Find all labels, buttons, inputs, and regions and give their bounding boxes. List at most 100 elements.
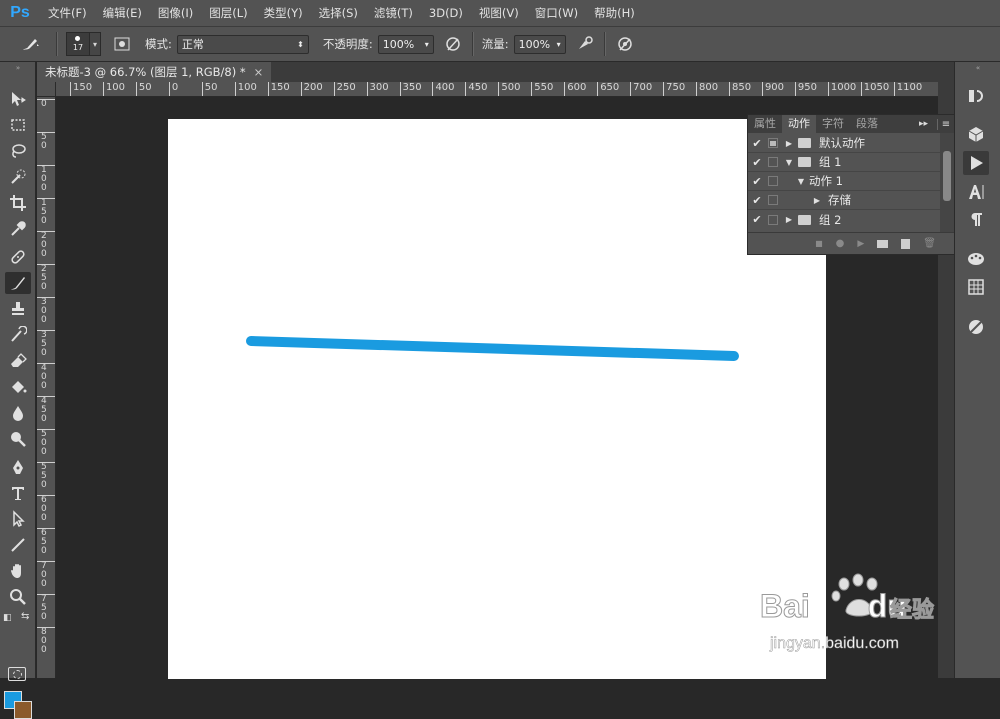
menu-help[interactable]: 帮助(H) [586,5,643,21]
scrollbar-thumb[interactable] [943,151,951,201]
panel-menu-icon[interactable]: ≡ [937,118,954,130]
tab-properties[interactable]: 属性 [748,115,782,133]
dialog-toggle-icon[interactable] [768,138,778,148]
document-tab[interactable]: 未标题-3 @ 66.7% (图层 1, RGB/8) * × [37,62,272,82]
brush-tool-icon[interactable] [5,272,31,294]
expand-triangle-icon[interactable]: ▶ [784,215,794,224]
healing-brush-tool-icon[interactable] [5,246,31,268]
vertical-ruler[interactable]: 0 50 100 150 200 250 300 350 400 450 500 550 600 650 7… [37,97,56,678]
chevron-down-icon: ▾ [90,32,101,56]
menu-file[interactable]: 文件(F) [40,5,95,21]
eraser-tool-icon[interactable] [5,350,31,372]
adjustments-panel-icon[interactable] [963,315,989,339]
marquee-tool-icon[interactable] [5,114,31,136]
quick-mask-icon[interactable] [8,667,26,681]
eyedropper-tool-icon[interactable] [5,218,31,240]
menu-select[interactable]: 选择(S) [311,5,366,21]
clone-stamp-tool-icon[interactable] [5,298,31,320]
pressure-opacity-icon[interactable] [442,33,464,55]
ruler-origin[interactable] [37,82,56,97]
blur-tool-icon[interactable] [5,402,31,424]
character-panel-icon[interactable] [963,180,989,204]
type-tool-icon[interactable] [5,482,31,504]
collapse-triangle-icon[interactable]: ▼ [784,158,794,167]
menu-type[interactable]: 类型(Y) [256,5,311,21]
expand-triangle-icon[interactable]: ▶ [812,196,822,205]
menu-layer[interactable]: 图层(L) [201,5,255,21]
close-tab-icon[interactable]: × [254,65,264,79]
swap-colors-icon[interactable]: ⇆ [21,611,29,622]
move-tool-icon[interactable] [5,88,31,110]
stop-icon[interactable]: ■ [815,239,823,248]
tab-paragraph[interactable]: 段落 [850,115,884,133]
tab-actions[interactable]: 动作 [782,115,816,133]
line-tool-icon[interactable] [5,534,31,556]
trash-icon[interactable]: 🗑 [923,238,936,249]
history-brush-tool-icon[interactable] [5,324,31,346]
pressure-size-icon[interactable] [614,33,636,55]
pen-tool-icon[interactable] [5,456,31,478]
opacity-input[interactable]: 100% ▾ [377,34,434,54]
toggle-check-icon[interactable]: ✔ [748,137,766,150]
grid-panel-icon[interactable] [963,275,989,299]
zoom-tool-icon[interactable] [5,586,31,608]
collapse-triangle-icon[interactable]: ▼ [796,177,806,186]
dodge-tool-icon[interactable] [5,428,31,450]
folder-icon [798,214,811,225]
paint-bucket-tool-icon[interactable] [5,376,31,398]
action-row-group-1[interactable]: ✔ ▼ 组 1 [748,153,940,172]
expand-triangle-icon[interactable]: ▶ [784,139,794,148]
dialog-toggle-icon[interactable] [768,195,778,205]
actions-panel-icon[interactable] [963,151,989,175]
toggle-check-icon[interactable]: ✔ [748,194,766,207]
menu-edit[interactable]: 编辑(E) [95,5,150,21]
collapse-panel-icon[interactable]: ▸▸ [919,119,937,129]
menu-window[interactable]: 窗口(W) [527,5,586,21]
hand-tool-icon[interactable] [5,560,31,582]
lasso-tool-icon[interactable] [5,140,31,162]
panel-collapse-icon[interactable]: » [0,64,36,72]
brush-panel-toggle-icon[interactable] [111,33,133,55]
menu-view[interactable]: 视图(V) [471,5,527,21]
dialog-toggle-icon[interactable] [768,214,778,225]
new-set-folder-icon[interactable] [877,239,889,248]
actions-scrollbar[interactable] [940,133,954,232]
photoshop-logo[interactable]: Ps [0,4,40,22]
brush-preset-icon[interactable] [14,33,48,55]
mode-select[interactable]: 正常 ⬍ [176,34,309,54]
toggle-check-icon[interactable]: ✔ [748,213,766,226]
ruler-tick-label: 1050 [860,82,889,96]
play-icon[interactable]: ▶ [857,239,864,249]
brush-size-picker[interactable]: 17 ▾ [66,32,101,56]
swatches-panel-icon[interactable] [963,247,989,271]
menu-filter[interactable]: 滤镜(T) [366,5,421,21]
flow-input[interactable]: 100% ▾ [513,34,566,54]
record-icon[interactable]: ● [836,238,845,249]
path-selection-tool-icon[interactable] [5,508,31,530]
dock-collapse-icon[interactable]: « [955,64,1000,72]
menu-image[interactable]: 图像(I) [150,5,201,21]
default-colors-icon[interactable]: ◧ [3,613,12,623]
airbrush-icon[interactable] [574,33,596,55]
quick-selection-tool-icon[interactable] [5,166,31,188]
action-row-default-actions[interactable]: ✔ ▶ 默认动作 [748,134,940,153]
toggle-check-icon[interactable]: ✔ [748,175,766,188]
toggle-check-icon[interactable]: ✔ [748,156,766,169]
folder-icon [798,138,811,148]
3d-panel-icon[interactable] [963,122,989,146]
background-color-swatch[interactable] [14,701,32,719]
dialog-toggle-icon[interactable] [768,157,778,167]
crop-tool-icon[interactable] [5,192,31,214]
action-row-group-2[interactable]: ✔ ▶ 组 2 [748,210,940,229]
dialog-toggle-icon[interactable] [768,176,778,186]
menu-3d[interactable]: 3D(D) [421,6,471,20]
action-step-name: 存储 [828,193,851,207]
tab-character[interactable]: 字符 [816,115,850,133]
horizontal-ruler[interactable]: 150 100 50 0 50 100 150 200 250 300 350 400 450 500 55… [56,82,938,97]
history-panel-icon[interactable] [963,84,989,108]
action-row-save-step[interactable]: ✔ ▶ 存储 [748,191,940,210]
new-action-icon[interactable] [901,238,911,249]
paragraph-panel-icon[interactable] [963,207,989,231]
document-canvas[interactable] [168,119,826,679]
action-row-action-1[interactable]: ✔ ▼ 动作 1 [748,172,940,191]
